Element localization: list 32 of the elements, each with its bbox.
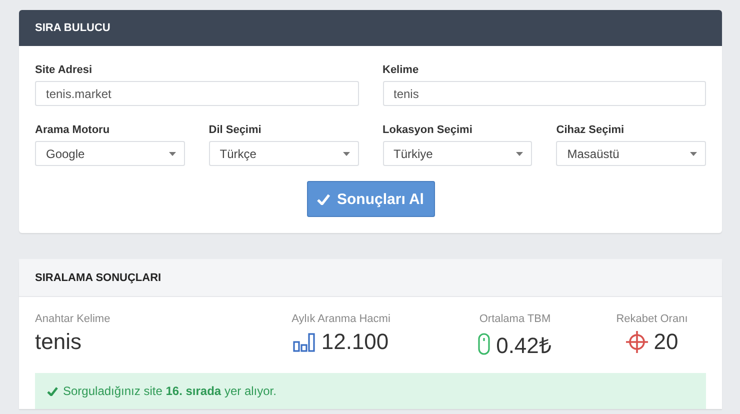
stat-label: Ortalama TBM	[479, 313, 551, 325]
dropdown[interactable]: Türkçe	[208, 141, 358, 166]
caret-icon	[516, 152, 524, 156]
input-field[interactable]: tenis.market	[35, 81, 358, 106]
dropdown[interactable]: Masaüstü	[556, 141, 706, 166]
card-title: SIRA BULUCU	[35, 22, 110, 34]
check-icon	[317, 194, 330, 204]
stat-value: 12.100	[321, 329, 389, 355]
card-title: SIRALAMA SONUÇLARI	[35, 272, 162, 284]
caret-icon	[168, 152, 176, 156]
field-label: Dil Seçimi	[208, 124, 262, 136]
stat-label: Rekabet Oranı	[616, 313, 688, 325]
caret-icon	[690, 152, 697, 156]
field-label: Cihaz Seçimi	[556, 124, 626, 136]
field-label: Kelime	[382, 64, 420, 76]
stat-label: Anahtar Kelime	[35, 313, 110, 325]
mouse-icon	[478, 333, 490, 355]
check-icon	[47, 386, 58, 396]
stat-value: 20	[654, 329, 678, 355]
field-label: Arama Motoru	[35, 124, 111, 136]
dropdown[interactable]: Google	[35, 141, 185, 166]
stat-value: 0.42₺	[496, 332, 552, 359]
caret-icon	[342, 152, 350, 156]
input-field[interactable]: tenis	[382, 81, 706, 106]
dropdown[interactable]: Türkiye	[382, 141, 532, 166]
stat-label: Aylık Aranma Hacmi	[292, 313, 390, 325]
alert-message: Sorguladığınız site 16. sırada yer alıyor.	[63, 384, 276, 398]
bar-chart-icon	[293, 332, 316, 352]
field-label: Site Adresi	[35, 64, 94, 76]
stat-value: tenis	[35, 329, 82, 355]
field-label: Lokasyon Seçimi	[382, 124, 474, 136]
crosshair-icon	[626, 331, 648, 353]
